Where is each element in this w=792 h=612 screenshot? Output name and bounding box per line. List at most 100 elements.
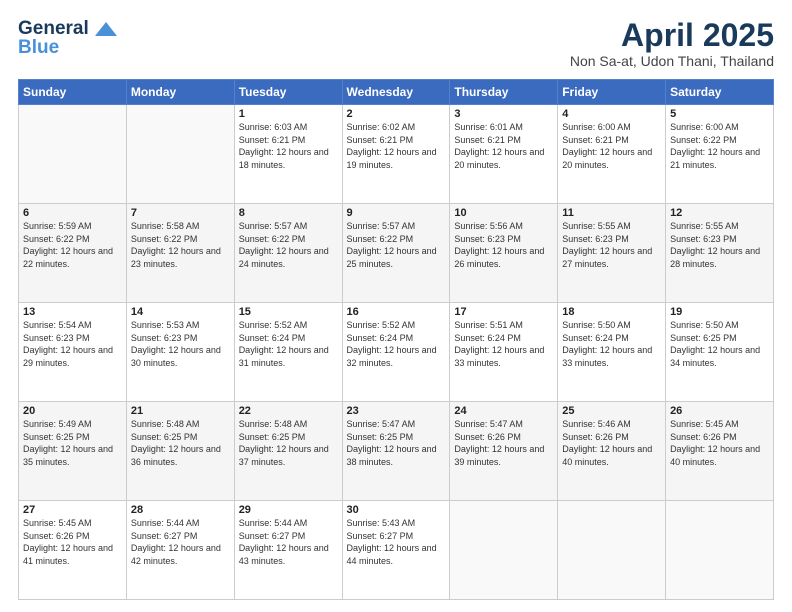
day-number: 28 <box>131 504 230 516</box>
logo-blue: Blue <box>18 38 59 59</box>
day-info: Sunrise: 5:48 AM Sunset: 6:25 PM Dayligh… <box>239 418 338 468</box>
day-info: Sunrise: 5:44 AM Sunset: 6:27 PM Dayligh… <box>131 517 230 567</box>
day-number: 22 <box>239 405 338 417</box>
day-info: Sunrise: 5:51 AM Sunset: 6:24 PM Dayligh… <box>454 319 553 369</box>
calendar-subtitle: Non Sa-at, Udon Thani, Thailand <box>570 53 774 69</box>
day-number: 7 <box>131 207 230 219</box>
table-cell: 6Sunrise: 5:59 AM Sunset: 6:22 PM Daylig… <box>19 204 127 303</box>
day-number: 30 <box>347 504 446 516</box>
day-info: Sunrise: 5:58 AM Sunset: 6:22 PM Dayligh… <box>131 220 230 270</box>
day-info: Sunrise: 5:52 AM Sunset: 6:24 PM Dayligh… <box>347 319 446 369</box>
table-cell: 20Sunrise: 5:49 AM Sunset: 6:25 PM Dayli… <box>19 402 127 501</box>
table-cell <box>19 105 127 204</box>
table-cell: 4Sunrise: 6:00 AM Sunset: 6:21 PM Daylig… <box>558 105 666 204</box>
logo: General Blue <box>18 18 117 59</box>
table-cell: 23Sunrise: 5:47 AM Sunset: 6:25 PM Dayli… <box>342 402 450 501</box>
table-cell: 11Sunrise: 5:55 AM Sunset: 6:23 PM Dayli… <box>558 204 666 303</box>
day-info: Sunrise: 5:54 AM Sunset: 6:23 PM Dayligh… <box>23 319 122 369</box>
day-info: Sunrise: 6:03 AM Sunset: 6:21 PM Dayligh… <box>239 121 338 171</box>
day-info: Sunrise: 5:55 AM Sunset: 6:23 PM Dayligh… <box>562 220 661 270</box>
table-cell: 14Sunrise: 5:53 AM Sunset: 6:23 PM Dayli… <box>126 303 234 402</box>
day-info: Sunrise: 5:56 AM Sunset: 6:23 PM Dayligh… <box>454 220 553 270</box>
day-number: 9 <box>347 207 446 219</box>
col-sunday: Sunday <box>19 80 127 105</box>
day-info: Sunrise: 5:43 AM Sunset: 6:27 PM Dayligh… <box>347 517 446 567</box>
day-number: 5 <box>670 108 769 120</box>
day-info: Sunrise: 5:52 AM Sunset: 6:24 PM Dayligh… <box>239 319 338 369</box>
day-number: 13 <box>23 306 122 318</box>
col-wednesday: Wednesday <box>342 80 450 105</box>
day-number: 20 <box>23 405 122 417</box>
day-info: Sunrise: 5:59 AM Sunset: 6:22 PM Dayligh… <box>23 220 122 270</box>
table-cell: 3Sunrise: 6:01 AM Sunset: 6:21 PM Daylig… <box>450 105 558 204</box>
header: General Blue April 2025 Non Sa-at, Udon … <box>18 18 774 69</box>
day-number: 11 <box>562 207 661 219</box>
table-cell: 19Sunrise: 5:50 AM Sunset: 6:25 PM Dayli… <box>666 303 774 402</box>
table-cell: 26Sunrise: 5:45 AM Sunset: 6:26 PM Dayli… <box>666 402 774 501</box>
day-number: 23 <box>347 405 446 417</box>
table-cell: 28Sunrise: 5:44 AM Sunset: 6:27 PM Dayli… <box>126 501 234 600</box>
col-monday: Monday <box>126 80 234 105</box>
day-info: Sunrise: 5:57 AM Sunset: 6:22 PM Dayligh… <box>239 220 338 270</box>
day-info: Sunrise: 5:57 AM Sunset: 6:22 PM Dayligh… <box>347 220 446 270</box>
table-row: 6Sunrise: 5:59 AM Sunset: 6:22 PM Daylig… <box>19 204 774 303</box>
logo-icon <box>95 22 117 36</box>
table-cell: 5Sunrise: 6:00 AM Sunset: 6:22 PM Daylig… <box>666 105 774 204</box>
day-number: 2 <box>347 108 446 120</box>
table-cell: 30Sunrise: 5:43 AM Sunset: 6:27 PM Dayli… <box>342 501 450 600</box>
table-cell <box>666 501 774 600</box>
day-info: Sunrise: 5:55 AM Sunset: 6:23 PM Dayligh… <box>670 220 769 270</box>
table-cell <box>558 501 666 600</box>
table-cell: 9Sunrise: 5:57 AM Sunset: 6:22 PM Daylig… <box>342 204 450 303</box>
table-cell: 10Sunrise: 5:56 AM Sunset: 6:23 PM Dayli… <box>450 204 558 303</box>
day-number: 12 <box>670 207 769 219</box>
col-saturday: Saturday <box>666 80 774 105</box>
day-number: 24 <box>454 405 553 417</box>
day-info: Sunrise: 5:45 AM Sunset: 6:26 PM Dayligh… <box>23 517 122 567</box>
day-number: 6 <box>23 207 122 219</box>
table-cell: 17Sunrise: 5:51 AM Sunset: 6:24 PM Dayli… <box>450 303 558 402</box>
table-row: 13Sunrise: 5:54 AM Sunset: 6:23 PM Dayli… <box>19 303 774 402</box>
day-info: Sunrise: 6:00 AM Sunset: 6:21 PM Dayligh… <box>562 121 661 171</box>
table-cell: 21Sunrise: 5:48 AM Sunset: 6:25 PM Dayli… <box>126 402 234 501</box>
table-cell: 22Sunrise: 5:48 AM Sunset: 6:25 PM Dayli… <box>234 402 342 501</box>
day-number: 25 <box>562 405 661 417</box>
day-number: 1 <box>239 108 338 120</box>
table-cell: 29Sunrise: 5:44 AM Sunset: 6:27 PM Dayli… <box>234 501 342 600</box>
table-cell: 7Sunrise: 5:58 AM Sunset: 6:22 PM Daylig… <box>126 204 234 303</box>
day-number: 19 <box>670 306 769 318</box>
table-cell: 8Sunrise: 5:57 AM Sunset: 6:22 PM Daylig… <box>234 204 342 303</box>
day-number: 21 <box>131 405 230 417</box>
table-cell: 27Sunrise: 5:45 AM Sunset: 6:26 PM Dayli… <box>19 501 127 600</box>
day-info: Sunrise: 5:50 AM Sunset: 6:25 PM Dayligh… <box>670 319 769 369</box>
table-cell: 25Sunrise: 5:46 AM Sunset: 6:26 PM Dayli… <box>558 402 666 501</box>
col-friday: Friday <box>558 80 666 105</box>
calendar-title: April 2025 <box>570 18 774 53</box>
table-cell: 13Sunrise: 5:54 AM Sunset: 6:23 PM Dayli… <box>19 303 127 402</box>
day-number: 16 <box>347 306 446 318</box>
day-info: Sunrise: 5:53 AM Sunset: 6:23 PM Dayligh… <box>131 319 230 369</box>
table-cell: 2Sunrise: 6:02 AM Sunset: 6:21 PM Daylig… <box>342 105 450 204</box>
table-cell: 18Sunrise: 5:50 AM Sunset: 6:24 PM Dayli… <box>558 303 666 402</box>
day-number: 4 <box>562 108 661 120</box>
day-info: Sunrise: 5:46 AM Sunset: 6:26 PM Dayligh… <box>562 418 661 468</box>
table-cell <box>126 105 234 204</box>
table-cell <box>450 501 558 600</box>
calendar-table: Sunday Monday Tuesday Wednesday Thursday… <box>18 79 774 600</box>
day-number: 18 <box>562 306 661 318</box>
day-info: Sunrise: 5:45 AM Sunset: 6:26 PM Dayligh… <box>670 418 769 468</box>
day-number: 26 <box>670 405 769 417</box>
table-row: 27Sunrise: 5:45 AM Sunset: 6:26 PM Dayli… <box>19 501 774 600</box>
day-number: 3 <box>454 108 553 120</box>
day-info: Sunrise: 6:00 AM Sunset: 6:22 PM Dayligh… <box>670 121 769 171</box>
table-cell: 1Sunrise: 6:03 AM Sunset: 6:21 PM Daylig… <box>234 105 342 204</box>
col-tuesday: Tuesday <box>234 80 342 105</box>
day-number: 14 <box>131 306 230 318</box>
day-info: Sunrise: 5:47 AM Sunset: 6:26 PM Dayligh… <box>454 418 553 468</box>
day-info: Sunrise: 5:50 AM Sunset: 6:24 PM Dayligh… <box>562 319 661 369</box>
day-number: 8 <box>239 207 338 219</box>
table-row: 20Sunrise: 5:49 AM Sunset: 6:25 PM Dayli… <box>19 402 774 501</box>
day-number: 29 <box>239 504 338 516</box>
day-number: 27 <box>23 504 122 516</box>
day-info: Sunrise: 5:49 AM Sunset: 6:25 PM Dayligh… <box>23 418 122 468</box>
